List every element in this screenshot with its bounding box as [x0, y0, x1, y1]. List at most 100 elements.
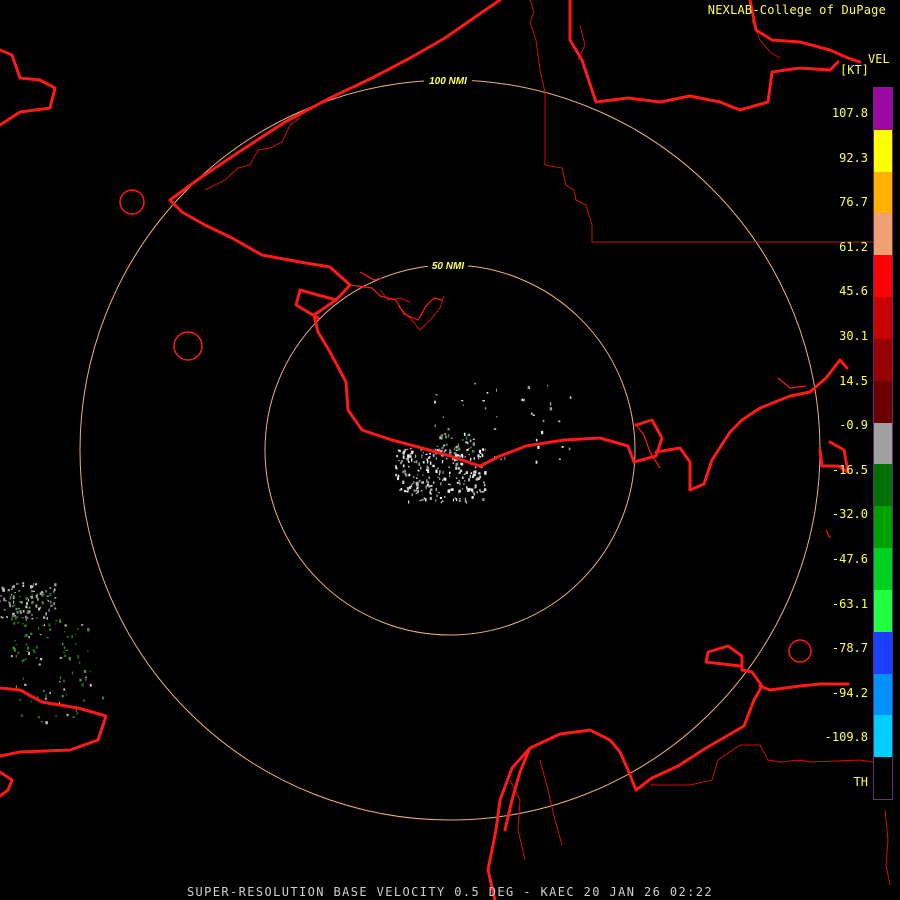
echo-pixel — [477, 454, 480, 457]
velocity-color-bar — [873, 87, 893, 800]
echo-pixel — [558, 458, 561, 460]
echo-pixel — [455, 467, 457, 470]
echo-pixel — [422, 481, 424, 484]
echo-pixel — [82, 699, 86, 702]
echo-pixel — [441, 447, 443, 449]
echo-pixel — [85, 676, 87, 679]
echo-pixel — [417, 483, 419, 487]
echo-pixel — [464, 456, 467, 458]
echo-pixel — [55, 714, 57, 717]
echo-pixel — [65, 693, 68, 696]
echo-pixel — [422, 461, 425, 464]
echo-pixel — [454, 447, 456, 449]
echo-pixel — [412, 483, 414, 485]
legend-tick-label: 76.7 — [839, 195, 868, 210]
echo-pixel — [64, 654, 66, 657]
echo-pixel — [420, 490, 423, 492]
echo-pixel — [50, 605, 53, 607]
echo-pixel — [63, 688, 66, 691]
legend-tick-label: 61.2 — [839, 239, 868, 254]
legend-tick-label: -47.6 — [831, 552, 868, 566]
echo-pixel — [455, 477, 458, 479]
echo-pixel — [31, 614, 33, 616]
echo-pixel — [10, 588, 13, 590]
echo-pixel — [481, 491, 485, 493]
echo-pixel — [7, 589, 10, 592]
echo-pixel — [496, 415, 498, 418]
echo-pixel — [523, 398, 525, 402]
echo-pixel — [17, 621, 20, 624]
echo-pixel — [427, 481, 429, 484]
echo-pixel — [74, 633, 77, 635]
echo-pixel — [478, 472, 481, 475]
echo-pixel — [402, 451, 405, 455]
echo-pixel — [415, 460, 418, 464]
echo-pixel — [0, 599, 1, 603]
echo-pixel — [77, 655, 80, 659]
echo-pixel — [461, 488, 464, 490]
echo-pixel — [448, 434, 450, 438]
echo-pixel — [420, 466, 422, 470]
echo-pixel — [36, 593, 38, 598]
echo-pixel — [459, 471, 461, 473]
echo-pixel — [419, 499, 422, 502]
echo-pixel — [0, 595, 3, 597]
echo-pixel — [81, 624, 84, 626]
echo-pixel — [419, 479, 421, 482]
echo-pixel — [424, 498, 427, 502]
echo-pixel — [22, 623, 24, 625]
echo-pixel — [13, 622, 16, 625]
echo-pixel — [422, 474, 424, 476]
echo-pixel — [64, 631, 66, 633]
echo-pixel — [46, 616, 48, 620]
echo-pixel — [65, 649, 68, 651]
echo-pixel — [35, 604, 38, 608]
echo-pixel — [55, 623, 57, 625]
echo-pixel — [89, 670, 91, 673]
echo-pixel — [462, 404, 464, 406]
echo-pixel — [17, 607, 21, 610]
echo-pixel — [435, 394, 438, 396]
echo-pixel — [42, 625, 44, 627]
echo-pixel — [81, 683, 84, 687]
color-bar-segment — [874, 422, 892, 465]
echo-pixel — [404, 472, 407, 474]
echo-pixel — [22, 659, 25, 662]
echo-pixel — [457, 454, 460, 457]
echo-pixel — [42, 689, 45, 692]
echo-pixel — [464, 480, 466, 482]
echo-pixel — [461, 476, 464, 479]
echo-pixel — [421, 499, 424, 501]
echo-pixel — [532, 414, 535, 416]
echo-pixel — [458, 479, 460, 482]
echo-pixel — [469, 475, 471, 479]
echo-pixel — [40, 591, 43, 594]
echo-pixel — [63, 679, 65, 683]
legend-tick-label: -0.9 — [839, 418, 868, 433]
echo-pixel — [15, 654, 17, 658]
echo-pixel — [25, 605, 28, 609]
echo-pixel — [54, 583, 57, 587]
echo-pixel — [537, 445, 540, 449]
color-bar-segment — [874, 171, 892, 214]
echo-pixel — [404, 469, 406, 472]
echo-pixel — [83, 670, 87, 673]
echo-pixel — [473, 470, 475, 474]
color-bar-segment — [874, 673, 892, 716]
echo-pixel — [449, 471, 451, 474]
legend-tick-label: TH — [853, 775, 868, 789]
echo-pixel — [472, 442, 475, 446]
echo-pixel — [406, 448, 409, 450]
echo-pixel — [48, 599, 50, 603]
echo-pixel — [437, 467, 439, 469]
color-bar-segment — [874, 464, 892, 507]
echo-pixel — [436, 445, 439, 447]
radar-map[interactable]: 100 NMI 50 NMI — [0, 0, 900, 900]
echo-pixel — [426, 483, 429, 487]
echo-pixel — [437, 476, 440, 479]
echo-pixel — [12, 595, 15, 598]
echo-pixel — [482, 498, 485, 501]
echo-pixel — [434, 400, 436, 404]
echo-pixel — [25, 597, 28, 600]
echo-pixel — [45, 694, 47, 697]
